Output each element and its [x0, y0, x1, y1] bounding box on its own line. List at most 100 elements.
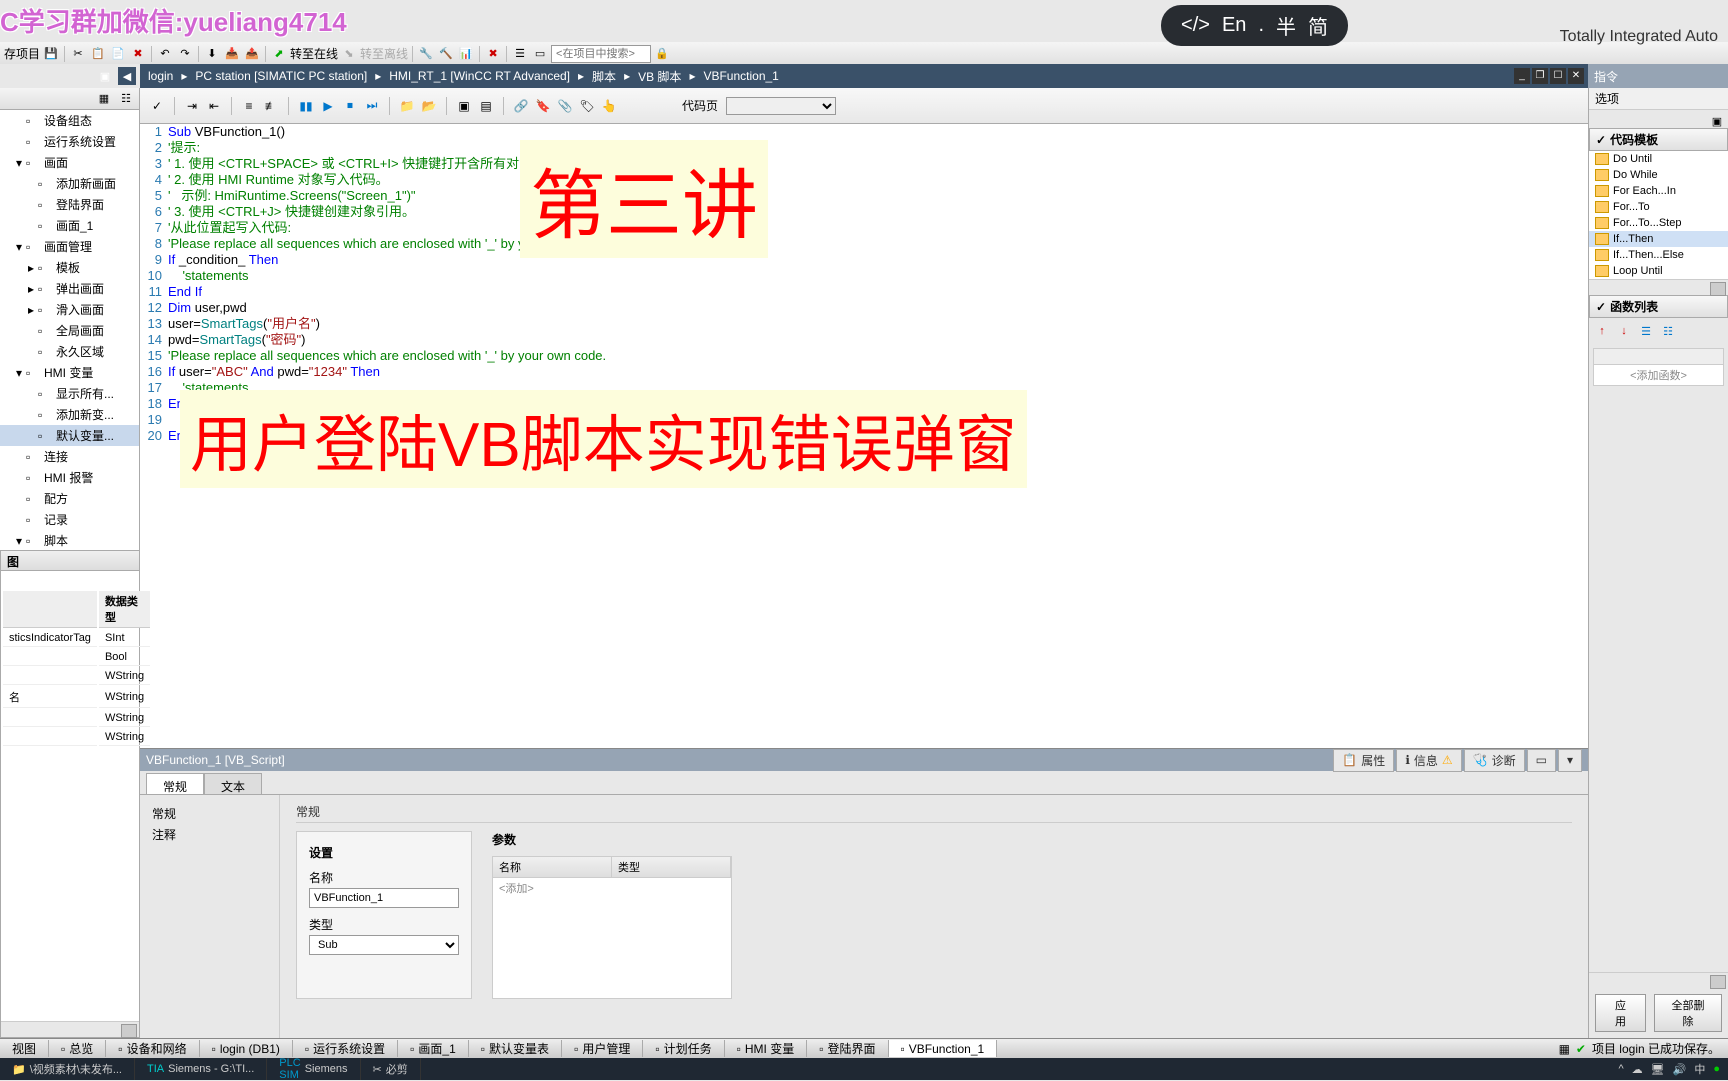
- side-general[interactable]: 常规: [148, 803, 271, 824]
- diagnostics-tab[interactable]: 🩺诊断: [1464, 749, 1525, 772]
- tree-item[interactable]: ▾▫HMI 变量: [0, 362, 139, 383]
- tray-cloud-icon[interactable]: ☁: [1632, 1063, 1643, 1076]
- ed-uncomment-icon[interactable]: ≢: [262, 97, 280, 115]
- compile-icon[interactable]: ⬇: [203, 45, 221, 63]
- detail-row[interactable]: WString: [3, 729, 150, 746]
- general-tab[interactable]: 常规: [146, 773, 204, 794]
- tree-item[interactable]: ▸▫弹出画面: [0, 278, 139, 299]
- nav-item[interactable]: ▫计划任务: [643, 1040, 724, 1057]
- nav-item[interactable]: ▫用户管理: [562, 1040, 643, 1057]
- template-item[interactable]: For...To...Step: [1589, 215, 1728, 231]
- tree-item[interactable]: ▫添加新变...: [0, 404, 139, 425]
- go-online-icon[interactable]: ⬈: [270, 45, 288, 63]
- ed-tool-icon-8[interactable]: 🏷: [578, 97, 596, 115]
- codepage-select[interactable]: [726, 97, 836, 115]
- name-input[interactable]: [309, 888, 459, 908]
- ed-tool-icon-5[interactable]: 🔗: [512, 97, 530, 115]
- copy-icon[interactable]: 📋: [89, 45, 107, 63]
- template-item[interactable]: For Each...In: [1589, 183, 1728, 199]
- nav-item[interactable]: ▫画面_1: [398, 1040, 469, 1057]
- tree-item[interactable]: ▫显示所有...: [0, 383, 139, 404]
- tray-ime-icon[interactable]: 中: [1694, 1061, 1705, 1077]
- add-function-row[interactable]: <添加函数>: [1594, 365, 1723, 385]
- properties-tab[interactable]: 📋属性: [1333, 749, 1394, 772]
- tree-item[interactable]: ▫默认变量...: [0, 425, 139, 446]
- layout-icon-1[interactable]: ☰: [511, 45, 529, 63]
- tray-green-icon[interactable]: ●: [1713, 1063, 1720, 1075]
- ed-tool-icon-7[interactable]: 📎: [556, 97, 574, 115]
- upload-icon[interactable]: 📤: [243, 45, 261, 63]
- tree-item[interactable]: ▸▫模板: [0, 257, 139, 278]
- nav-item[interactable]: ▫VBFunction_1: [889, 1040, 998, 1057]
- ed-stop-icon[interactable]: ⏹: [341, 97, 359, 115]
- cut-icon[interactable]: ✂: [69, 45, 87, 63]
- delete-icon[interactable]: ✖: [129, 45, 147, 63]
- task-item[interactable]: TIASiemens - G:\TI...: [135, 1058, 267, 1080]
- nav-item[interactable]: ▫总览: [49, 1040, 106, 1057]
- apply-button[interactable]: 应用: [1595, 994, 1646, 1032]
- task-item[interactable]: PLCSIMSiemens: [267, 1058, 360, 1080]
- template-item[interactable]: For...To: [1589, 199, 1728, 215]
- close-icon[interactable]: ✕: [1568, 68, 1584, 84]
- layout-icon-2[interactable]: ▭: [531, 45, 549, 63]
- info-tab[interactable]: ℹ信息⚠: [1396, 749, 1461, 772]
- breadcrumb-item[interactable]: login: [140, 69, 181, 83]
- tree-item[interactable]: ▫登陆界面: [0, 194, 139, 215]
- ed-tool-icon-9[interactable]: 👆: [600, 97, 618, 115]
- ed-run-icon[interactable]: ⏭: [363, 97, 381, 115]
- detail-row[interactable]: 名WString: [3, 687, 150, 708]
- tool-icon-2[interactable]: 🔨: [437, 45, 455, 63]
- nav-item[interactable]: ▫login (DB1): [200, 1040, 293, 1057]
- nav-item[interactable]: ▫登陆界面: [807, 1040, 888, 1057]
- paste-icon[interactable]: 📄: [109, 45, 127, 63]
- ed-check-icon[interactable]: ✓: [148, 97, 166, 115]
- tool-icon-1[interactable]: 🔧: [417, 45, 435, 63]
- func-up-icon[interactable]: ↑: [1593, 322, 1611, 340]
- task-item[interactable]: ✂必剪: [361, 1058, 421, 1080]
- detail-row[interactable]: WString: [3, 668, 150, 685]
- nav-item[interactable]: ▫运行系统设置: [293, 1040, 398, 1057]
- maximize-icon[interactable]: ☐: [1550, 68, 1566, 84]
- param-add-row[interactable]: <添加>: [499, 880, 725, 896]
- redo-icon[interactable]: ↷: [176, 45, 194, 63]
- text-tab[interactable]: 文本: [204, 773, 262, 794]
- search-lock-icon[interactable]: 🔒: [653, 45, 671, 63]
- tree-item[interactable]: ▫记录: [0, 509, 139, 530]
- tree-item[interactable]: ▫连接: [0, 446, 139, 467]
- tree-item[interactable]: ▫HMI 报警: [0, 467, 139, 488]
- code-templates-header[interactable]: ✓代码模板: [1589, 128, 1728, 151]
- nav-item[interactable]: ▫默认变量表: [469, 1040, 562, 1057]
- ed-tool-icon-2[interactable]: 📂: [420, 97, 438, 115]
- ed-tool-icon-1[interactable]: 📁: [398, 97, 416, 115]
- go-online-label[interactable]: 转至在线: [290, 45, 338, 62]
- tree-item[interactable]: ▸▫滑入画面: [0, 299, 139, 320]
- tree-item[interactable]: ▾▫脚本: [0, 530, 139, 551]
- panel-layout-icon[interactable]: ▭: [1527, 749, 1556, 772]
- func-list-icon-1[interactable]: ☰: [1637, 322, 1655, 340]
- download-icon[interactable]: 📥: [223, 45, 241, 63]
- detail-row[interactable]: WString: [3, 710, 150, 727]
- tree-item[interactable]: ▫配方: [0, 488, 139, 509]
- delete-all-button[interactable]: 全部删除: [1654, 994, 1722, 1032]
- project-search-input[interactable]: [551, 45, 651, 63]
- template-item[interactable]: Do While: [1589, 167, 1728, 183]
- tree-item[interactable]: ▫添加新画面: [0, 173, 139, 194]
- nav-item[interactable]: ▫设备和网络: [106, 1040, 199, 1057]
- func-list-icon-2[interactable]: ☷: [1659, 322, 1677, 340]
- tree-item[interactable]: ▫全局画面: [0, 320, 139, 341]
- details-scrollbar[interactable]: [1, 1021, 139, 1037]
- save-icon[interactable]: 💾: [42, 45, 60, 63]
- ed-tool-icon-6[interactable]: 🔖: [534, 97, 552, 115]
- side-comment[interactable]: 注释: [148, 824, 271, 845]
- ed-comment-icon[interactable]: ≡: [240, 97, 258, 115]
- nav-back-icon[interactable]: ◀: [118, 67, 136, 85]
- tree-item[interactable]: ▫画面_1: [0, 215, 139, 236]
- template-item[interactable]: Loop Until: [1589, 263, 1728, 279]
- panel-dropdown-icon[interactable]: ▾: [1558, 749, 1582, 772]
- breadcrumb-item[interactable]: PC station [SIMATIC PC station]: [187, 69, 375, 83]
- func-down-icon[interactable]: ↓: [1615, 322, 1633, 340]
- tree-item[interactable]: ▾▫画面管理: [0, 236, 139, 257]
- tree-tool-icon-2[interactable]: ☷: [117, 90, 135, 108]
- tray-sound-icon[interactable]: 🔊: [1673, 1063, 1687, 1076]
- breadcrumb-item[interactable]: HMI_RT_1 [WinCC RT Advanced]: [381, 69, 578, 83]
